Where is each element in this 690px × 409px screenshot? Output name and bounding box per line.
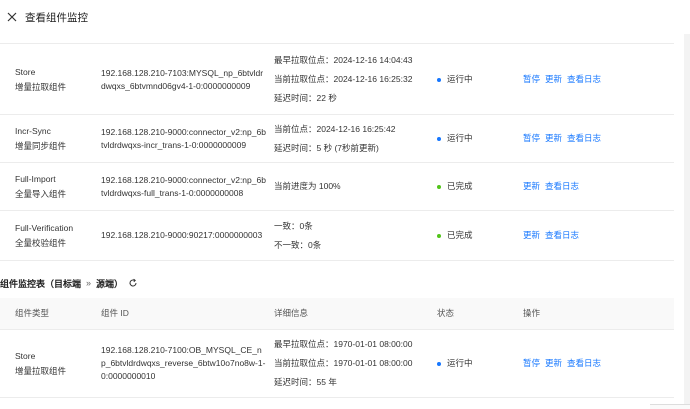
detail-cell: 当前位点：2024-12-16 16:25:42 延迟时间：5 秒 (7秒前更新… [274, 115, 434, 162]
view-log-link[interactable]: 查看日志 [545, 228, 579, 243]
pause-link[interactable]: 暂停 [523, 131, 540, 146]
drawer-header: 查看组件监控 [0, 0, 690, 34]
detail-line: 当前拉取位点：2024-12-16 16:25:32 [274, 74, 413, 84]
component-id-cell: 192.168.128.210-7103:MYSQL_np_6btvldrdwq… [101, 45, 266, 114]
detail-cell: 一致：0条 不一致：0条 [274, 211, 434, 260]
detail-line: 最早拉取位点：1970-01-01 08:00:00 [274, 339, 413, 349]
component-id-cell: 192.168.128.210-9000:connector_v2:np_6bt… [101, 163, 266, 210]
component-type-en: Full-Verification [15, 222, 74, 233]
update-link[interactable]: 更新 [523, 179, 540, 194]
detail-line: 当前位点：2024-12-16 16:25:42 [274, 123, 396, 134]
status-badge: 运行中 [447, 133, 473, 143]
detail-line: 不一致：0条 [274, 239, 322, 250]
detail-line: 一致：0条 [274, 220, 313, 231]
component-id: 192.168.128.210-9000:connector_v2:np_6bt… [101, 174, 266, 198]
section-title-suffix: 源端） [96, 278, 124, 289]
view-log-link[interactable]: 查看日志 [567, 131, 601, 146]
component-type-cn: 增量拉取组件 [15, 365, 67, 376]
view-log-link[interactable]: 查看日志 [567, 356, 601, 371]
status-dot [437, 136, 441, 141]
table-row: Full-Import 全量导入组件 192.168.128.210-9000:… [0, 163, 674, 211]
component-type-cn: 增量拉取组件 [15, 81, 67, 92]
table-row: Store 增量拉取组件 192.168.128.210-7100:OB_MYS… [0, 330, 674, 398]
ops-cell: 暂停 更新 查看日志 [523, 45, 673, 114]
ops-cell: 暂停 更新 查看日志 [523, 115, 673, 162]
status-cell: 运行中 [437, 330, 517, 397]
detail-line: 延迟时间：55 年 [274, 377, 337, 387]
status-cell: 已完成 [437, 211, 517, 260]
detail-cell: 最早拉取位点：1970-01-01 08:00:00 当前拉取位点：1970-0… [274, 330, 434, 397]
component-id: 192.168.128.210-9000:connector_v2:np_6bt… [101, 126, 266, 150]
detail-line: 延迟时间：5 秒 (7秒前更新) [274, 142, 379, 153]
status-badge: 已完成 [447, 230, 473, 240]
component-id: 192.168.128.210-9000:90217:0000000003 [101, 230, 263, 240]
column-header-type: 组件类型 [15, 308, 50, 318]
table-row: Incr-Sync 增量同步组件 192.168.128.210-9000:co… [0, 115, 674, 163]
status-dot [437, 233, 441, 238]
component-type-cn: 全量导入组件 [15, 188, 67, 199]
table-row: Store 增量拉取组件 192.168.128.210-7103:MYSQL_… [0, 45, 674, 115]
component-type-cell: Incr-Sync 增量同步组件 [15, 115, 95, 162]
column-header-id: 组件 ID [101, 308, 129, 318]
status-badge: 运行中 [447, 358, 473, 368]
component-id: 192.168.128.210-7100:OB_MYSQL_CE_np_6btv… [101, 345, 266, 381]
detail-cell: 最早拉取位点：2024-12-16 14:04:43 当前拉取位点：2024-1… [274, 45, 434, 114]
scrollbar[interactable] [684, 0, 690, 409]
swap-arrow-icon: » [86, 278, 92, 288]
component-id-cell: 192.168.128.210-7100:OB_MYSQL_CE_np_6btv… [101, 330, 266, 397]
component-id: 192.168.128.210-7103:MYSQL_np_6btvldrdwq… [101, 67, 264, 91]
component-id-cell: 192.168.128.210-9000:connector_v2:np_6bt… [101, 115, 266, 162]
drawer-title: 查看组件监控 [25, 11, 88, 24]
status-dot [437, 77, 441, 82]
section-title: 组件监控表（目标端 » 源端） [0, 276, 138, 290]
component-id-cell: 192.168.128.210-9000:90217:0000000003 [101, 211, 266, 260]
component-type-cn: 全量校验组件 [15, 237, 67, 248]
status-cell: 运行中 [437, 115, 517, 162]
ops-cell: 更新 查看日志 [523, 211, 673, 260]
component-type-en: Store [15, 66, 36, 77]
pause-link[interactable]: 暂停 [523, 356, 540, 371]
scrollbar-thumb[interactable] [684, 0, 690, 409]
component-type-cell: Store 增量拉取组件 [15, 330, 95, 397]
status-cell: 运行中 [437, 45, 517, 114]
footer-edge [650, 404, 690, 409]
table-header-row: 组件类型 组件 ID 详细信息 状态 操作 [0, 298, 674, 330]
component-type-cell: Full-Import 全量导入组件 [15, 163, 95, 210]
component-type-cn: 增量同步组件 [15, 140, 67, 151]
column-header-ops: 操作 [523, 308, 541, 318]
view-log-link[interactable]: 查看日志 [567, 72, 601, 87]
component-type-cell: Store 增量拉取组件 [15, 45, 95, 114]
column-header-detail: 详细信息 [274, 308, 309, 318]
close-icon[interactable] [5, 10, 19, 24]
component-type-en: Full-Import [15, 173, 56, 184]
detail-line: 最早拉取位点：2024-12-16 14:04:43 [274, 55, 413, 65]
update-link[interactable]: 更新 [523, 228, 540, 243]
component-type-en: Store [15, 350, 36, 361]
status-badge: 已完成 [447, 181, 473, 191]
status-badge: 运行中 [447, 74, 473, 84]
update-link[interactable]: 更新 [545, 356, 562, 371]
pause-link[interactable]: 暂停 [523, 72, 540, 87]
detail-cell: 当前进度为 100% [274, 163, 434, 210]
ops-cell: 暂停 更新 查看日志 [523, 330, 673, 397]
update-link[interactable]: 更新 [545, 131, 562, 146]
status-dot [437, 361, 441, 366]
section-title-label: 组件监控表（目标端 [0, 278, 82, 289]
status-dot [437, 184, 441, 189]
ops-cell: 更新 查看日志 [523, 163, 673, 210]
detail-line: 当前拉取位点：1970-01-01 08:00:00 [274, 358, 413, 368]
refresh-icon[interactable] [128, 278, 138, 288]
column-header-status: 状态 [437, 308, 455, 318]
view-log-link[interactable]: 查看日志 [545, 179, 579, 194]
detail-line: 延迟时间：22 秒 [274, 93, 337, 103]
component-type-en: Incr-Sync [15, 125, 51, 136]
status-cell: 已完成 [437, 163, 517, 210]
table-header-faded [0, 34, 674, 44]
detail-line: 当前进度为 100% [274, 181, 341, 191]
table-row: Full-Verification 全量校验组件 192.168.128.210… [0, 211, 674, 261]
component-type-cell: Full-Verification 全量校验组件 [15, 211, 95, 260]
update-link[interactable]: 更新 [545, 72, 562, 87]
